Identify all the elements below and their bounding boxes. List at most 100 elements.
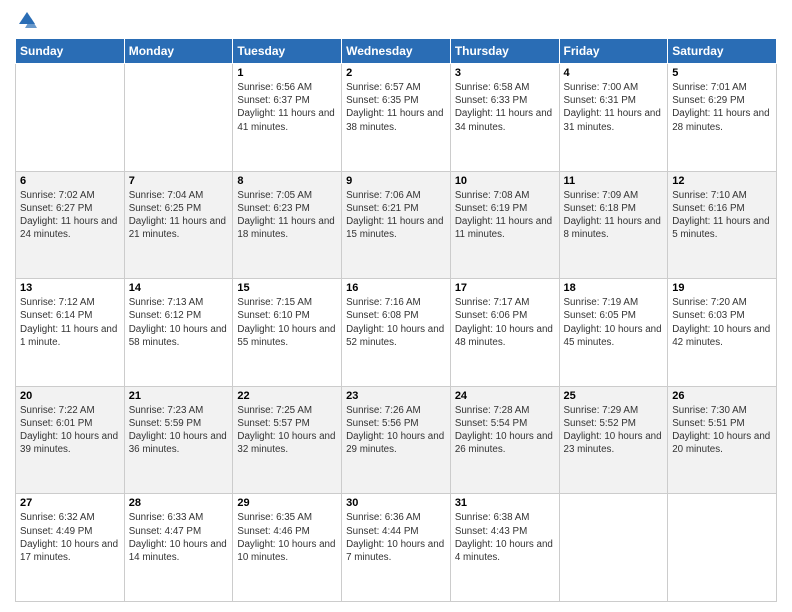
day-info: Sunrise: 6:32 AMSunset: 4:49 PMDaylight:… xyxy=(20,511,120,564)
day-info: Sunrise: 7:15 AMSunset: 6:10 PMDaylight:… xyxy=(237,296,337,349)
day-info: Sunrise: 7:17 AMSunset: 6:06 PMDaylight:… xyxy=(455,296,555,349)
logo-icon xyxy=(17,10,37,30)
day-number: 23 xyxy=(346,390,446,402)
day-info: Sunrise: 7:01 AMSunset: 6:29 PMDaylight:… xyxy=(672,81,772,134)
day-info: Sunrise: 7:02 AMSunset: 6:27 PMDaylight:… xyxy=(20,189,120,242)
day-number: 9 xyxy=(346,175,446,187)
day-info: Sunrise: 6:33 AMSunset: 4:47 PMDaylight:… xyxy=(129,511,229,564)
day-number: 19 xyxy=(672,282,772,294)
calendar-cell: 23 Sunrise: 7:26 AMSunset: 5:56 PMDayligh… xyxy=(342,386,451,494)
day-info: Sunrise: 7:09 AMSunset: 6:18 PMDaylight:… xyxy=(564,189,664,242)
day-info: Sunrise: 6:58 AMSunset: 6:33 PMDaylight:… xyxy=(455,81,555,134)
header xyxy=(15,10,777,30)
day-number: 4 xyxy=(564,67,664,79)
calendar-cell: 22 Sunrise: 7:25 AMSunset: 5:57 PMDayligh… xyxy=(233,386,342,494)
calendar-cell: 16Sunrise: 7:16 AMSunset: 6:08 PMDayligh… xyxy=(342,279,451,387)
calendar-cell: 21 Sunrise: 7:23 AMSunset: 5:59 PMDayligh… xyxy=(124,386,233,494)
page: SundayMondayTuesdayWednesdayThursdayFrid… xyxy=(0,0,792,612)
calendar-cell: 12 Sunrise: 7:10 AMSunset: 6:16 PMDayligh… xyxy=(668,171,777,279)
day-number: 11 xyxy=(564,175,664,187)
day-info: Sunrise: 7:28 AMSunset: 5:54 PMDaylight:… xyxy=(455,404,555,457)
day-info: Sunrise: 7:22 AMSunset: 6:01 PMDaylight:… xyxy=(20,404,120,457)
day-info: Sunrise: 7:05 AMSunset: 6:23 PMDaylight:… xyxy=(237,189,337,242)
calendar-cell: 27 Sunrise: 6:32 AMSunset: 4:49 PMDayligh… xyxy=(16,494,125,602)
day-of-week-header: Monday xyxy=(124,39,233,64)
day-of-week-header: Friday xyxy=(559,39,668,64)
calendar-cell: 11 Sunrise: 7:09 AMSunset: 6:18 PMDayligh… xyxy=(559,171,668,279)
day-info: Sunrise: 7:16 AMSunset: 6:08 PMDaylight:… xyxy=(346,296,446,349)
day-number: 21 xyxy=(129,390,229,402)
day-number: 13 xyxy=(20,282,120,294)
calendar-cell: 8 Sunrise: 7:05 AMSunset: 6:23 PMDaylight… xyxy=(233,171,342,279)
day-number: 24 xyxy=(455,390,555,402)
calendar-cell: 9 Sunrise: 7:06 AMSunset: 6:21 PMDaylight… xyxy=(342,171,451,279)
day-number: 5 xyxy=(672,67,772,79)
day-number: 3 xyxy=(455,67,555,79)
calendar-cell xyxy=(559,494,668,602)
calendar-cell: 17 Sunrise: 7:17 AMSunset: 6:06 PMDayligh… xyxy=(450,279,559,387)
day-info: Sunrise: 7:23 AMSunset: 5:59 PMDaylight:… xyxy=(129,404,229,457)
day-of-week-header: Wednesday xyxy=(342,39,451,64)
day-number: 10 xyxy=(455,175,555,187)
calendar-cell xyxy=(124,64,233,172)
day-number: 26 xyxy=(672,390,772,402)
calendar-cell: 1 Sunrise: 6:56 AMSunset: 6:37 PMDaylight… xyxy=(233,64,342,172)
calendar-cell: 20 Sunrise: 7:22 AMSunset: 6:01 PMDayligh… xyxy=(16,386,125,494)
calendar-cell: 7 Sunrise: 7:04 AMSunset: 6:25 PMDaylight… xyxy=(124,171,233,279)
calendar-cell: 31Sunrise: 6:38 AMSunset: 4:43 PMDayligh… xyxy=(450,494,559,602)
day-number: 6 xyxy=(20,175,120,187)
calendar-cell: 28 Sunrise: 6:33 AMSunset: 4:47 PMDayligh… xyxy=(124,494,233,602)
day-number: 15 xyxy=(237,282,337,294)
day-info: Sunrise: 6:35 AMSunset: 4:46 PMDaylight:… xyxy=(237,511,337,564)
day-info: Sunrise: 7:06 AMSunset: 6:21 PMDaylight:… xyxy=(346,189,446,242)
calendar-cell: 19Sunrise: 7:20 AMSunset: 6:03 PMDayligh… xyxy=(668,279,777,387)
calendar-cell: 13 Sunrise: 7:12 AMSunset: 6:14 PMDayligh… xyxy=(16,279,125,387)
calendar-cell xyxy=(668,494,777,602)
calendar-cell: 24 Sunrise: 7:28 AMSunset: 5:54 PMDayligh… xyxy=(450,386,559,494)
day-number: 25 xyxy=(564,390,664,402)
day-info: Sunrise: 6:57 AMSunset: 6:35 PMDaylight:… xyxy=(346,81,446,134)
day-number: 1 xyxy=(237,67,337,79)
day-info: Sunrise: 7:26 AMSunset: 5:56 PMDaylight:… xyxy=(346,404,446,457)
calendar-cell xyxy=(16,64,125,172)
day-number: 20 xyxy=(20,390,120,402)
day-number: 2 xyxy=(346,67,446,79)
calendar-cell: 18 Sunrise: 7:19 AMSunset: 6:05 PMDayligh… xyxy=(559,279,668,387)
calendar-cell: 5 Sunrise: 7:01 AMSunset: 6:29 PMDaylight… xyxy=(668,64,777,172)
day-info: Sunrise: 7:19 AMSunset: 6:05 PMDaylight:… xyxy=(564,296,664,349)
day-of-week-header: Saturday xyxy=(668,39,777,64)
calendar-cell: 30 Sunrise: 6:36 AMSunset: 4:44 PMDayligh… xyxy=(342,494,451,602)
day-info: Sunrise: 6:36 AMSunset: 4:44 PMDaylight:… xyxy=(346,511,446,564)
day-info: Sunrise: 7:08 AMSunset: 6:19 PMDaylight:… xyxy=(455,189,555,242)
day-number: 22 xyxy=(237,390,337,402)
day-number: 8 xyxy=(237,175,337,187)
day-number: 29 xyxy=(237,497,337,509)
calendar-cell: 14 Sunrise: 7:13 AMSunset: 6:12 PMDayligh… xyxy=(124,279,233,387)
calendar-cell: 26 Sunrise: 7:30 AMSunset: 5:51 PMDayligh… xyxy=(668,386,777,494)
day-info: Sunrise: 7:00 AMSunset: 6:31 PMDaylight:… xyxy=(564,81,664,134)
day-number: 30 xyxy=(346,497,446,509)
calendar-cell: 10 Sunrise: 7:08 AMSunset: 6:19 PMDayligh… xyxy=(450,171,559,279)
day-number: 14 xyxy=(129,282,229,294)
calendar-cell: 25Sunrise: 7:29 AMSunset: 5:52 PMDayligh… xyxy=(559,386,668,494)
day-info: Sunrise: 7:10 AMSunset: 6:16 PMDaylight:… xyxy=(672,189,772,242)
day-number: 12 xyxy=(672,175,772,187)
day-number: 7 xyxy=(129,175,229,187)
day-number: 18 xyxy=(564,282,664,294)
day-info: Sunrise: 7:30 AMSunset: 5:51 PMDaylight:… xyxy=(672,404,772,457)
calendar-cell: 29 Sunrise: 6:35 AMSunset: 4:46 PMDayligh… xyxy=(233,494,342,602)
logo xyxy=(15,10,37,30)
day-info: Sunrise: 7:13 AMSunset: 6:12 PMDaylight:… xyxy=(129,296,229,349)
day-number: 28 xyxy=(129,497,229,509)
day-number: 17 xyxy=(455,282,555,294)
day-of-week-header: Tuesday xyxy=(233,39,342,64)
calendar-cell: 15 Sunrise: 7:15 AMSunset: 6:10 PMDayligh… xyxy=(233,279,342,387)
calendar-cell: 6 Sunrise: 7:02 AMSunset: 6:27 PMDaylight… xyxy=(16,171,125,279)
calendar-cell: 3 Sunrise: 6:58 AMSunset: 6:33 PMDaylight… xyxy=(450,64,559,172)
day-number: 27 xyxy=(20,497,120,509)
day-info: Sunrise: 7:12 AMSunset: 6:14 PMDaylight:… xyxy=(20,296,120,349)
day-info: Sunrise: 7:25 AMSunset: 5:57 PMDaylight:… xyxy=(237,404,337,457)
day-info: Sunrise: 7:04 AMSunset: 6:25 PMDaylight:… xyxy=(129,189,229,242)
day-info: Sunrise: 6:56 AMSunset: 6:37 PMDaylight:… xyxy=(237,81,337,134)
day-number: 31 xyxy=(455,497,555,509)
